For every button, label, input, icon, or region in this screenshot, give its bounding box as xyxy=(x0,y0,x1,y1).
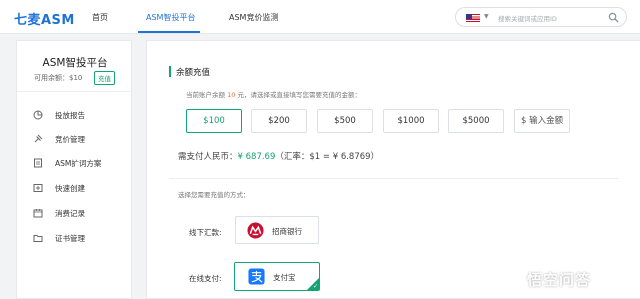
recharge-button[interactable]: 充值 xyxy=(94,71,115,85)
search-input[interactable]: 搜索关键词或应用ID xyxy=(498,13,557,23)
sidebar-item-spending-records[interactable]: 消费记录 xyxy=(33,207,129,221)
wukong-logo-icon xyxy=(501,268,523,290)
sidebar-item-certificate-management[interactable]: 证书管理 xyxy=(33,232,129,246)
nav-asm-bid-monitor[interactable]: ASM竞价监测 xyxy=(229,12,278,23)
payment-summary: 需支付人民币：¥ 687.69（汇率：$1 = ¥ 6.8769） xyxy=(178,150,379,162)
balance-hint: 当前账户余额 10 元，请选择或直接填写您需要充值的金额： xyxy=(186,91,361,99)
amount-option-100[interactable]: $100 xyxy=(186,109,242,133)
sidebar-title: ASM智投平台 xyxy=(42,57,108,69)
amount-option-500[interactable]: $500 xyxy=(317,109,373,133)
section-accent-bar xyxy=(169,66,171,77)
brand-logo[interactable]: 七麦ASM xyxy=(14,9,75,28)
alipay-name: 支付宝 xyxy=(273,273,296,282)
bid-icon xyxy=(34,134,43,143)
sidebar-item-label: 证书管理 xyxy=(55,234,85,243)
active-nav-underline xyxy=(138,31,200,33)
alipay-option[interactable]: 支付宝 ✓ xyxy=(234,262,320,291)
offline-remit-label: 线下汇款: xyxy=(189,228,222,237)
exchange-rate: （汇率：$1 = ¥ 6.8769） xyxy=(275,152,380,162)
search-icon[interactable] xyxy=(608,12,619,23)
available-balance: 可用余额：$10 xyxy=(34,74,83,82)
sidebar-item-keyword-expansion[interactable]: ASM扩词方案 xyxy=(33,157,129,171)
amount-option-200[interactable]: $200 xyxy=(251,109,307,133)
alipay-logo-icon xyxy=(248,268,265,285)
sidebar-item-bid-management[interactable]: 竞价管理 xyxy=(33,133,129,147)
amount-option-5000[interactable]: $5000 xyxy=(448,109,504,133)
wukong-watermark: 悟空问答 xyxy=(495,264,635,294)
sidebar-item-label: 快速创建 xyxy=(55,184,85,193)
sidebar-item-label: 消费记录 xyxy=(55,209,85,218)
bank-name: 招商银行 xyxy=(272,227,302,236)
record-icon xyxy=(33,209,43,218)
create-icon xyxy=(33,184,43,192)
section-divider xyxy=(169,178,619,179)
online-pay-label: 在线支付: xyxy=(189,274,222,283)
pay-label: 需支付人民币： xyxy=(178,152,238,162)
check-icon: ✓ xyxy=(312,283,318,290)
nav-asm-platform[interactable]: ASM智投平台 xyxy=(146,12,195,23)
folder-icon xyxy=(33,235,43,242)
payment-method-hint: 选择您需要充值的方式： xyxy=(178,191,250,199)
sidebar-divider xyxy=(17,91,133,92)
recharge-panel: 余额充值 当前账户余额 10 元，请选择或直接填写您需要充值的金额： $100 … xyxy=(146,40,640,299)
sidebar-item-report[interactable]: 投放报告 xyxy=(33,109,129,123)
search-box[interactable]: ▼ 搜索关键词或应用ID xyxy=(455,7,627,27)
watermark-text: 悟空问答 xyxy=(527,271,592,289)
sidebar: ASM智投平台 可用余额：$10 充值 投放报告 竞价管理 ASM扩词方案 快速… xyxy=(16,40,133,299)
sidebar-item-label: 投放报告 xyxy=(55,111,85,120)
cmb-bank-option[interactable]: 招商银行 xyxy=(235,216,319,244)
custom-amount-input[interactable]: $ 输入金额 xyxy=(514,109,570,133)
nav-home[interactable]: 首页 xyxy=(92,12,108,23)
sidebar-item-label: 竞价管理 xyxy=(55,135,85,144)
report-icon xyxy=(33,110,43,120)
sidebar-item-label: ASM扩词方案 xyxy=(55,159,102,168)
us-flag-icon[interactable] xyxy=(466,14,480,22)
pay-amount: ¥ 687.69 xyxy=(237,152,276,162)
amount-option-1000[interactable]: $1000 xyxy=(383,109,439,133)
chevron-down-icon[interactable]: ▼ xyxy=(484,13,489,20)
sidebar-item-quick-create[interactable]: 快速创建 xyxy=(33,182,129,196)
top-nav: 七麦ASM 首页 ASM智投平台 ASM竞价监测 ▼ 搜索关键词或应用ID xyxy=(0,0,640,34)
document-icon xyxy=(34,158,42,168)
section-title: 余额充值 xyxy=(176,68,211,78)
cmb-bank-logo-icon xyxy=(247,222,264,239)
current-balance-value: 10 xyxy=(227,91,236,99)
